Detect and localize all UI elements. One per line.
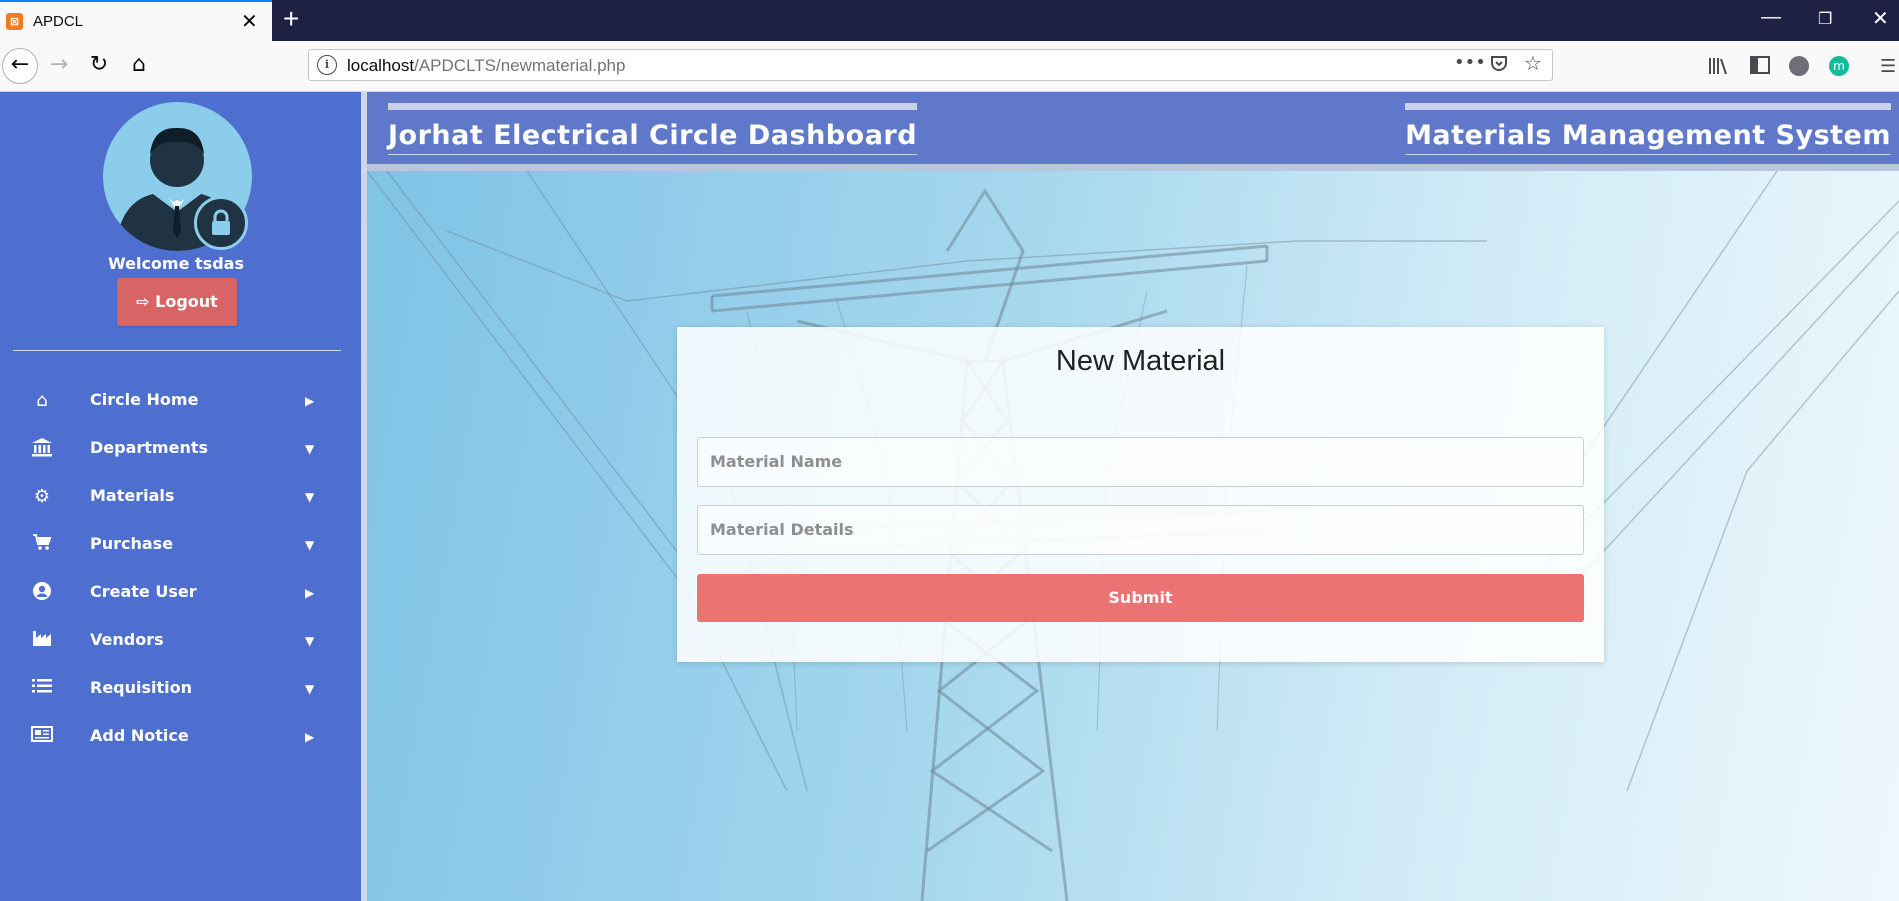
system-title: Materials Management System [1405, 103, 1891, 155]
caret-down-icon: ▼ [305, 634, 315, 648]
sidebar-item-label: Vendors [90, 630, 164, 649]
sidebar-item-label: Requisition [90, 678, 193, 697]
home-icon[interactable]: ⌂ [125, 51, 153, 79]
caret-right-icon: ▶ [305, 394, 315, 408]
sidebar-item-materials[interactable]: ⚙ Materials ▼ [0, 477, 352, 517]
url-bar[interactable]: i localhost/APDCLTS/newmaterial.php ••• … [308, 49, 1553, 81]
material-name-placeholder: Material Name [710, 452, 843, 471]
sidebar-item-label: Materials [90, 486, 175, 505]
new-tab-button[interactable]: + [283, 3, 299, 35]
browser-navbar: ← → ↻ ⌂ i localhost/APDCLTS/newmaterial.… [0, 41, 1899, 92]
account-icon[interactable] [1789, 56, 1809, 76]
info-icon[interactable]: i [317, 55, 337, 75]
reload-icon[interactable]: ↻ [85, 51, 113, 79]
sidebar-divider [13, 350, 341, 351]
logout-button[interactable]: ⇨ Logout [117, 278, 237, 326]
hamburger-menu-icon[interactable]: ☰ [1880, 56, 1896, 77]
extension-icon[interactable]: m [1829, 56, 1849, 76]
dashboard-title: Jorhat Electrical Circle Dashboard [388, 103, 918, 155]
browser-tab[interactable]: ⊠ APDCL ✕ [0, 0, 272, 41]
form-title: New Material [1055, 345, 1226, 377]
browser-tabbar: ⊠ APDCL ✕ + — ❐ ✕ [0, 0, 1899, 41]
pocket-icon[interactable] [1489, 53, 1509, 78]
sidebar-item-vendors[interactable]: Vendors ▼ [0, 621, 352, 661]
url-host: localhost [347, 56, 415, 75]
sign-out-icon: ⇨ [136, 292, 150, 311]
url-path: /APDCLTS/newmaterial.php [414, 56, 626, 75]
newspaper-icon [30, 725, 54, 749]
sidebar-item-add-notice[interactable]: Add Notice ▶ [0, 717, 352, 757]
sidebar-item-label: Purchase [90, 534, 174, 553]
lock-icon [194, 196, 248, 250]
cart-icon [30, 533, 54, 557]
sidebar-item-departments[interactable]: Departments ▼ [0, 429, 352, 469]
bank-icon [30, 437, 54, 461]
tab-title: APDCL [33, 13, 84, 30]
more-icon[interactable]: ••• [1454, 52, 1486, 73]
welcome-text: Welcome tsdas [108, 254, 244, 273]
caret-down-icon: ▼ [305, 682, 315, 696]
close-window-button[interactable]: ✕ [1872, 6, 1889, 31]
sidebar-item-purchase[interactable]: Purchase ▼ [0, 525, 352, 565]
sidebar-item-label: Add Notice [90, 726, 189, 745]
url-text[interactable]: localhost/APDCLTS/newmaterial.php [347, 56, 625, 76]
xampp-favicon-icon: ⊠ [6, 13, 23, 30]
sidebar-item-requisition[interactable]: Requisition ▼ [0, 669, 352, 709]
industry-icon [30, 629, 54, 653]
caret-down-icon: ▼ [305, 442, 315, 456]
caret-right-icon: ▶ [305, 730, 315, 744]
material-details-input[interactable]: Material Details [697, 505, 1584, 555]
tab-close-icon[interactable]: ✕ [241, 9, 258, 34]
sidebar-item-create-user[interactable]: Create User ▶ [0, 573, 352, 613]
sidebar-toggle-icon[interactable] [1750, 56, 1770, 79]
cogs-icon: ⚙ [33, 486, 51, 507]
logout-label: Logout [155, 292, 218, 311]
sidebar-item-label: Create User [90, 582, 197, 601]
material-name-input[interactable]: Material Name [697, 437, 1584, 487]
sidebar-item-label: Departments [90, 438, 209, 457]
caret-right-icon: ▶ [305, 586, 315, 600]
submit-button[interactable]: Submit [697, 574, 1584, 622]
sidebar-item-circle-home[interactable]: ⌂ Circle Home ▶ [0, 381, 352, 421]
new-material-card: New Material Material Name Material Deta… [677, 327, 1604, 662]
sidebar: Welcome tsdas ⇨ Logout ⌂ Circle Home ▶ D… [0, 92, 361, 901]
home-icon: ⌂ [36, 390, 48, 411]
caret-down-icon: ▼ [305, 490, 315, 504]
caret-down-icon: ▼ [305, 538, 315, 552]
user-circle-icon [30, 581, 54, 605]
star-icon[interactable]: ☆ [1524, 51, 1542, 75]
restore-button[interactable]: ❐ [1818, 9, 1832, 29]
minimize-button[interactable]: — [1761, 6, 1781, 29]
library-icon[interactable] [1708, 56, 1730, 81]
back-icon[interactable]: ← [2, 48, 38, 84]
forward-icon[interactable]: → [45, 51, 73, 79]
sidebar-item-label: Circle Home [90, 390, 199, 409]
material-details-placeholder: Material Details [710, 520, 854, 539]
list-icon [30, 677, 54, 701]
